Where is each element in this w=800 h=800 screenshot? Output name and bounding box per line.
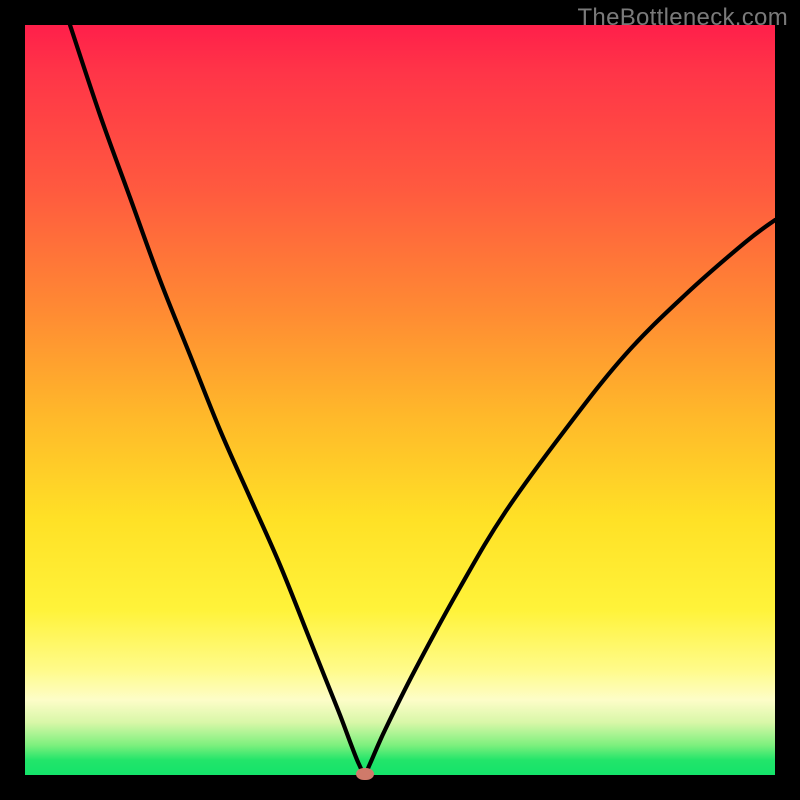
minimum-marker <box>356 768 374 780</box>
chart-frame: TheBottleneck.com <box>0 0 800 800</box>
bottleneck-curve <box>25 25 775 775</box>
plot-area <box>25 25 775 775</box>
